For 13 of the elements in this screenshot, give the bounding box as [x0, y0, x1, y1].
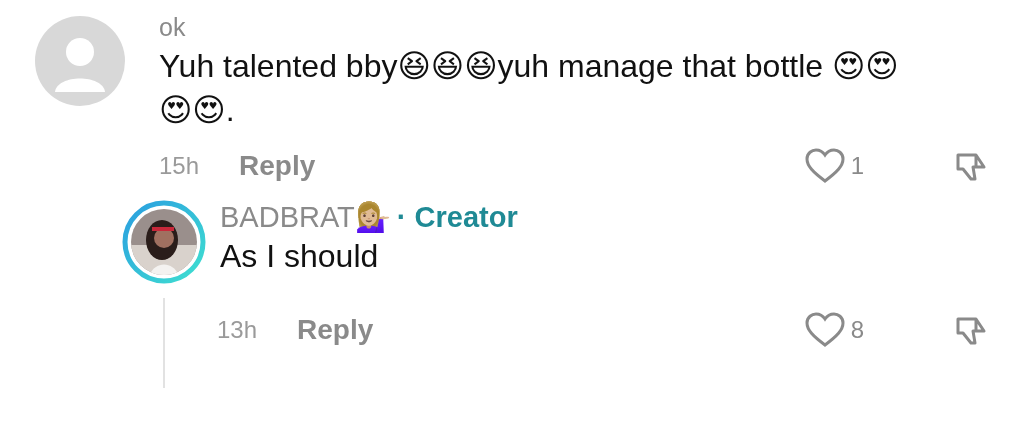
like-count: 1 — [850, 152, 864, 180]
reply-link[interactable]: Reply — [297, 314, 374, 346]
comment-time: 15h — [159, 152, 200, 180]
like-count: 8 — [850, 316, 864, 344]
reply-author[interactable]: BADBRAT💁🏼‍♀ — [220, 200, 391, 234]
comment-time: 13h — [217, 316, 258, 344]
creator-label: · Creator — [396, 200, 518, 234]
heart-icon[interactable] — [804, 312, 845, 348]
comment-author[interactable]: ok — [159, 10, 186, 44]
heart-icon[interactable] — [804, 148, 845, 184]
reply-text: As I should — [220, 237, 380, 276]
reply-link[interactable]: Reply — [239, 150, 316, 182]
comment-text: Yuh talented bby😆😆😆yuh manage that bottle 😍😍😍😍. — [159, 47, 900, 130]
